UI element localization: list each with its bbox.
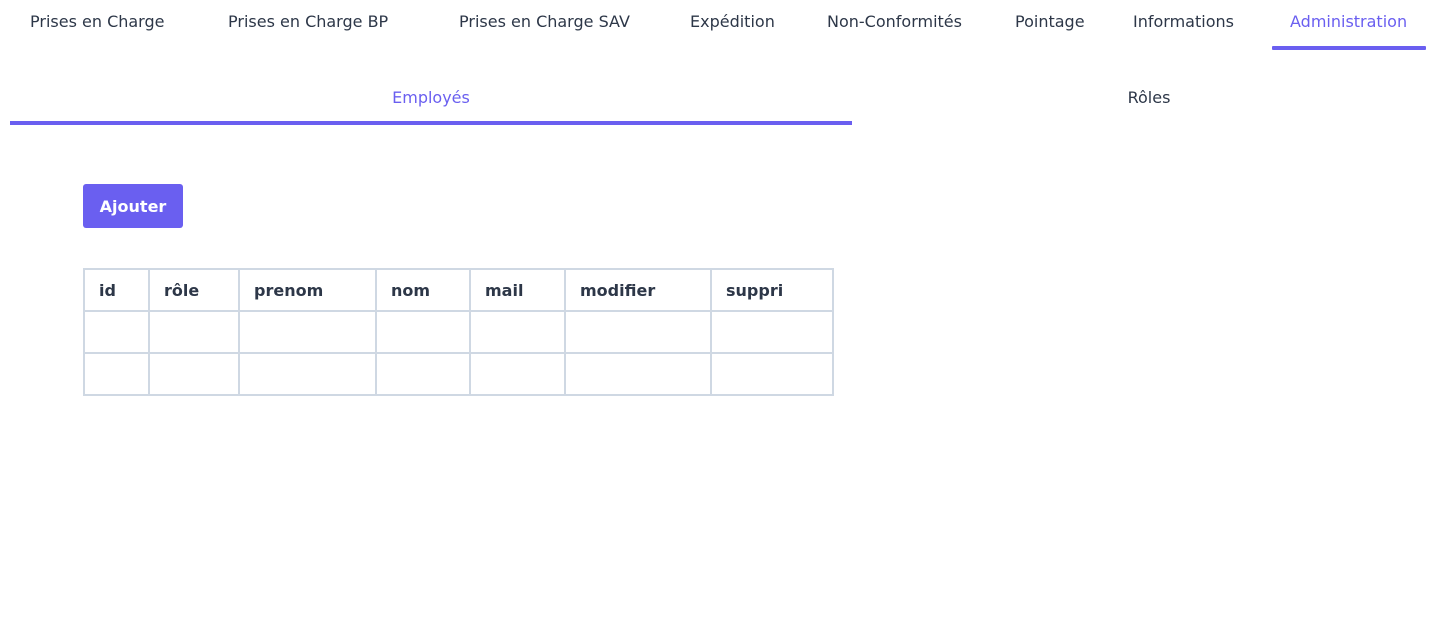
column-header-prenom: prenom: [238, 268, 377, 312]
add-employee-button[interactable]: Ajouter: [83, 184, 183, 228]
column-header-id: id: [83, 268, 150, 312]
table-cell: [83, 310, 150, 354]
nav-tab-prises-en-charge-sav[interactable]: Prises en Charge SAV: [459, 11, 630, 33]
nav-tab-expedition[interactable]: Expédition: [690, 11, 775, 33]
nav-tab-informations[interactable]: Informations: [1133, 11, 1234, 33]
table-cell: [469, 352, 566, 396]
table-row: [83, 352, 834, 396]
admin-subtabs: Employés Rôles: [0, 80, 1436, 130]
active-nav-indicator: [1272, 46, 1426, 50]
table-cell: [710, 310, 834, 354]
nav-tab-prises-en-charge-bp[interactable]: Prises en Charge BP: [228, 11, 388, 33]
subtab-roles[interactable]: Rôles: [852, 87, 1436, 109]
nav-tab-pointage[interactable]: Pointage: [1015, 11, 1085, 33]
table-cell: [564, 310, 712, 354]
table-cell: [148, 310, 240, 354]
column-header-mail: mail: [469, 268, 566, 312]
table-cell: [469, 310, 566, 354]
nav-tab-prises-en-charge[interactable]: Prises en Charge: [30, 11, 164, 33]
nav-tab-non-conformites[interactable]: Non-Conformités: [827, 11, 962, 33]
table-row: [83, 310, 834, 354]
column-header-modifier: modifier: [564, 268, 712, 312]
employees-table: id rôle prenom nom mail modifier suppri: [83, 268, 834, 396]
subtab-employes[interactable]: Employés: [10, 87, 852, 109]
table-cell: [83, 352, 150, 396]
column-header-suppri: suppri: [710, 268, 834, 312]
table-header-row: id rôle prenom nom mail modifier suppri: [83, 268, 834, 312]
table-cell: [710, 352, 834, 396]
table-cell: [238, 310, 377, 354]
column-header-nom: nom: [375, 268, 471, 312]
table-cell: [564, 352, 712, 396]
table-cell: [375, 352, 471, 396]
table-cell: [375, 310, 471, 354]
table-cell: [148, 352, 240, 396]
active-subtab-indicator: [10, 121, 852, 125]
column-header-role: rôle: [148, 268, 240, 312]
nav-tab-administration[interactable]: Administration: [1290, 11, 1407, 33]
table-cell: [238, 352, 377, 396]
page: Prises en Charge Prises en Charge BP Pri…: [0, 0, 1436, 629]
main-navigation: Prises en Charge Prises en Charge BP Pri…: [0, 0, 1436, 52]
